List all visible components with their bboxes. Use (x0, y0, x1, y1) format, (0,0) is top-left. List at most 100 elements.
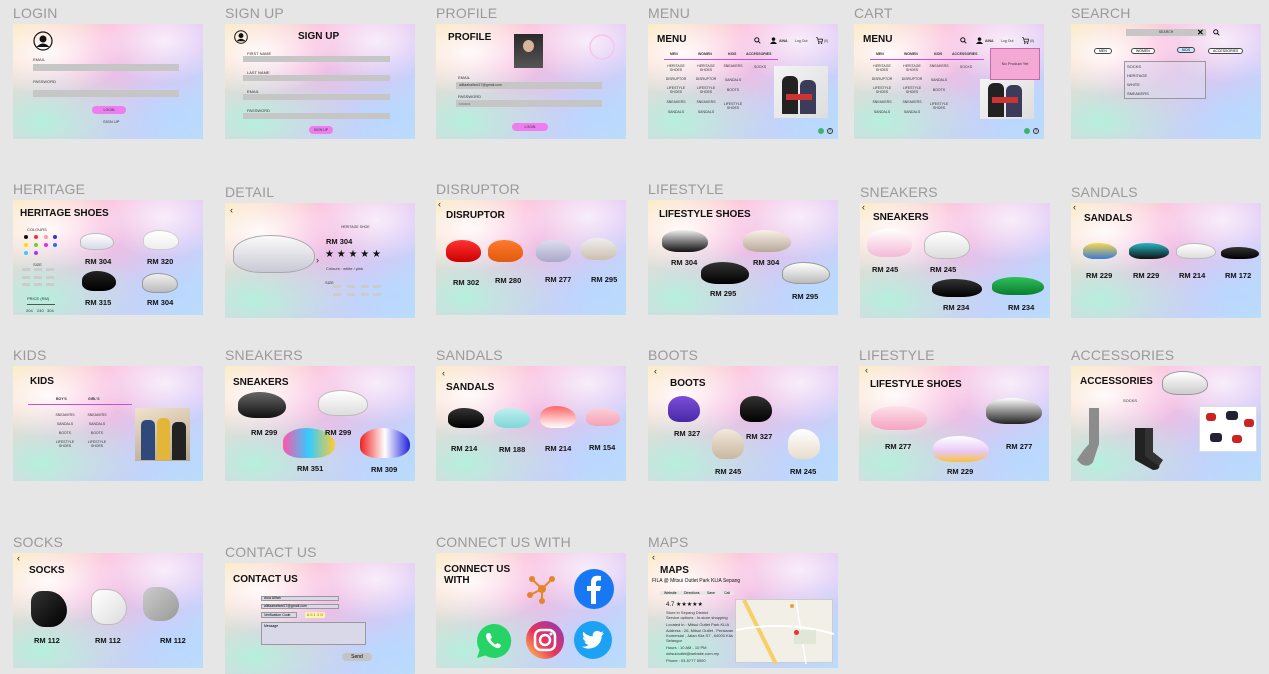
product-image[interactable] (933, 436, 989, 462)
signup-link[interactable]: SIGN UP (103, 119, 119, 124)
product-image[interactable] (986, 398, 1042, 424)
email-field[interactable] (243, 94, 390, 100)
men-item[interactable]: HERITAGE SHOES (871, 64, 893, 72)
name-field[interactable]: Aina Afifah (261, 596, 339, 601)
men-item[interactable]: DISRUPTOR (665, 77, 687, 81)
email-field[interactable]: alifiaahaifani17@gmail.com (456, 82, 602, 89)
product-image[interactable] (238, 392, 286, 418)
product-image[interactable] (540, 406, 576, 428)
password-field[interactable] (33, 90, 179, 97)
product-image[interactable] (494, 408, 530, 428)
product-image[interactable] (867, 229, 912, 257)
first-name-field[interactable] (243, 56, 390, 62)
kids-item[interactable]: LIFESTYLE SHOES (927, 102, 951, 110)
women-item[interactable]: LIFESTYLE SHOES (694, 86, 718, 94)
result-item[interactable]: WHITE (1127, 82, 1140, 87)
call-button[interactable]: Call (720, 591, 735, 595)
product-image[interactable] (318, 390, 368, 416)
back-icon[interactable]: ‹ (230, 205, 233, 215)
product-image[interactable] (1083, 243, 1117, 259)
product-image[interactable] (1129, 243, 1169, 259)
women-item[interactable]: HERITAGE SHOES (694, 64, 718, 72)
girls-item[interactable]: SNEAKERS (85, 413, 109, 417)
search-icon[interactable] (1213, 29, 1220, 36)
product-image[interactable] (740, 396, 772, 422)
boys-item[interactable]: SANDALS (53, 422, 77, 426)
men-item[interactable]: HERITAGE SHOES (665, 64, 687, 72)
result-item[interactable]: HERITAGE (1127, 73, 1147, 78)
colour-swatches[interactable] (24, 235, 64, 257)
login-button[interactable]: LOGIN (512, 123, 548, 131)
men-item[interactable]: SNEAKERS (665, 100, 687, 104)
product-image[interactable] (992, 277, 1044, 295)
men-item[interactable]: SANDALS (871, 110, 893, 114)
product-image[interactable] (924, 231, 970, 259)
men-item[interactable]: SNEAKERS (871, 100, 893, 104)
product-image[interactable] (871, 406, 927, 430)
map-view[interactable] (735, 599, 834, 664)
kids-item[interactable]: BOOTS (927, 88, 951, 92)
back-icon[interactable]: ‹ (654, 366, 657, 376)
product-image[interactable] (788, 429, 820, 459)
accessories-item[interactable]: SOCKS (750, 65, 770, 69)
help-icon[interactable]: ? (1033, 128, 1039, 134)
product-image[interactable] (448, 408, 484, 428)
map-pin-icon[interactable] (1024, 128, 1030, 134)
product-image[interactable] (80, 233, 114, 250)
instagram-icon[interactable] (525, 620, 565, 660)
price-slider[interactable] (27, 304, 55, 305)
product-image[interactable] (82, 271, 116, 291)
close-icon[interactable]: ✕ (1197, 28, 1204, 37)
men-item[interactable]: LIFESTYLE SHOES (665, 86, 687, 94)
nav-men[interactable]: MEN (876, 52, 884, 56)
women-item[interactable]: LIFESTYLE SHOES (900, 86, 924, 94)
men-item[interactable]: DISRUPTOR (871, 77, 893, 81)
product-image[interactable] (581, 238, 617, 260)
product-image[interactable] (360, 428, 410, 458)
directions-button[interactable]: Directions (680, 591, 704, 595)
password-field[interactable]: •••••••• (456, 100, 602, 107)
back-icon[interactable]: ‹ (865, 366, 868, 375)
tab-men[interactable]: MEN (1094, 48, 1112, 54)
search-icon[interactable] (754, 37, 761, 44)
back-icon[interactable]: ‹ (1073, 203, 1076, 212)
help-icon[interactable]: ? (827, 128, 833, 134)
women-item[interactable]: DISRUPTOR (694, 77, 718, 81)
product-image[interactable] (712, 429, 744, 459)
tab-women[interactable]: WOMEN (1131, 48, 1155, 54)
tab-accessories[interactable]: ACCESSORIES (1208, 48, 1244, 54)
product-image[interactable] (701, 262, 749, 284)
girls-item[interactable]: BOOTS (85, 431, 109, 435)
size-grid[interactable] (333, 285, 381, 297)
women-item[interactable]: SANDALS (694, 110, 718, 114)
nav-kids[interactable]: KIDS (934, 52, 942, 56)
back-icon[interactable]: ‹ (442, 368, 445, 378)
women-item[interactable]: HERITAGE SHOES (900, 64, 924, 72)
tab-girls[interactable]: GIRL'S (88, 397, 100, 401)
kids-item[interactable]: SNEAKERS (927, 64, 951, 68)
product-image[interactable] (668, 396, 700, 422)
product-image[interactable] (143, 587, 179, 621)
product-image[interactable] (743, 230, 791, 252)
product-image[interactable] (446, 240, 481, 262)
logout-link[interactable]: Log Out (1001, 39, 1013, 43)
women-item[interactable]: DISRUPTOR (900, 77, 924, 81)
women-item[interactable]: SANDALS (900, 110, 924, 114)
men-item[interactable]: SANDALS (665, 110, 687, 114)
nav-accessories[interactable]: ACCESSORIES (746, 52, 771, 56)
next-arrow-icon[interactable]: › (316, 255, 319, 265)
logout-link[interactable]: Log Out (795, 39, 807, 43)
save-button[interactable]: Save (703, 591, 719, 595)
product-image[interactable] (1199, 406, 1257, 452)
back-icon[interactable]: ‹ (652, 553, 655, 562)
accessories-item[interactable]: SOCKS (956, 65, 976, 69)
back-icon[interactable]: ‹ (862, 203, 865, 212)
search-input[interactable]: SEARCH (1126, 29, 1206, 36)
back-icon[interactable]: ‹ (17, 553, 20, 563)
signup-button[interactable]: SIGN UP (309, 126, 333, 134)
email-field[interactable] (33, 64, 179, 71)
message-field[interactable]: Message (261, 622, 366, 645)
boys-item[interactable]: SNEAKERS (53, 413, 77, 417)
result-item[interactable]: SOCKS (1127, 64, 1141, 69)
women-item[interactable]: SNEAKERS (694, 100, 718, 104)
